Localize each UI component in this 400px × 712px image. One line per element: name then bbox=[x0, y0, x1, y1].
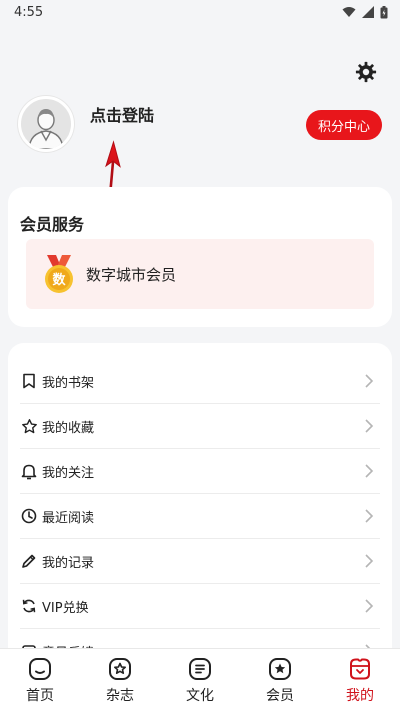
tab-label: 会员 bbox=[266, 688, 294, 704]
tab-mine[interactable]: 我的 bbox=[320, 649, 400, 712]
menu-item-label: 我的收藏 bbox=[42, 420, 95, 436]
login-prompt[interactable]: 点击登陆 bbox=[90, 102, 154, 126]
magazine-star-icon bbox=[109, 658, 131, 680]
menu-item-label: 我的记录 bbox=[42, 555, 95, 571]
menu-list-card: 我的书架 我的收藏 我的关注 最近阅读 我的记录 VIP兑换 bbox=[8, 343, 392, 663]
profile-icon bbox=[350, 658, 370, 680]
menu-item-label: 最近阅读 bbox=[42, 510, 95, 526]
bookmark-icon bbox=[20, 372, 38, 390]
clock-icon bbox=[20, 507, 38, 525]
chevron-right-icon bbox=[365, 419, 374, 433]
chevron-right-icon bbox=[365, 554, 374, 568]
battery-icon bbox=[380, 5, 388, 18]
menu-item-vip-redeem[interactable]: VIP兑换 bbox=[20, 584, 380, 629]
profile-header: 点击登陆 积分中心 bbox=[18, 96, 382, 156]
chevron-right-icon bbox=[365, 509, 374, 523]
status-time: 4:55 bbox=[14, 4, 44, 20]
home-face-icon bbox=[29, 658, 51, 680]
chevron-right-icon bbox=[365, 374, 374, 388]
medal-char: 数 bbox=[52, 272, 66, 288]
tab-magazine[interactable]: 杂志 bbox=[80, 649, 160, 712]
member-star-icon bbox=[269, 658, 291, 680]
menu-item-label: 我的关注 bbox=[42, 465, 95, 481]
digital-city-member-item[interactable]: 数 数字城市会员 bbox=[26, 239, 374, 309]
pencil-icon bbox=[20, 552, 38, 570]
user-avatar-icon bbox=[28, 109, 64, 149]
points-center-button[interactable]: 积分中心 bbox=[306, 110, 382, 140]
bell-icon bbox=[20, 462, 38, 480]
member-service-title: 会员服务 bbox=[20, 215, 85, 234]
digital-city-member-label: 数字城市会员 bbox=[86, 265, 177, 284]
tab-label: 文化 bbox=[186, 688, 214, 704]
member-service-card: 会员服务 数 数字城市会员 bbox=[8, 187, 392, 327]
tab-label: 我的 bbox=[346, 688, 374, 704]
chevron-right-icon bbox=[365, 464, 374, 478]
status-bar: 4:55 bbox=[0, 0, 400, 24]
menu-item-bookshelf[interactable]: 我的书架 bbox=[20, 359, 380, 404]
menu-item-favorites[interactable]: 我的收藏 bbox=[20, 404, 380, 449]
gear-icon bbox=[355, 61, 377, 83]
bottom-tab-bar: 首页 杂志 文化 会员 我的 bbox=[0, 648, 400, 712]
menu-item-label: 我的书架 bbox=[42, 375, 95, 391]
menu-item-records[interactable]: 我的记录 bbox=[20, 539, 380, 584]
settings-button[interactable] bbox=[352, 58, 380, 86]
chevron-right-icon bbox=[365, 599, 374, 613]
tab-label: 首页 bbox=[26, 688, 54, 704]
culture-icon bbox=[189, 658, 211, 680]
menu-item-following[interactable]: 我的关注 bbox=[20, 449, 380, 494]
menu-item-label: VIP兑换 bbox=[42, 600, 89, 616]
signal-icon bbox=[362, 6, 374, 18]
medal-icon: 数 bbox=[42, 254, 76, 294]
refresh-icon bbox=[20, 597, 38, 615]
status-icons bbox=[342, 5, 388, 19]
avatar[interactable] bbox=[18, 96, 74, 152]
tab-culture[interactable]: 文化 bbox=[160, 649, 240, 712]
menu-item-recent-reading[interactable]: 最近阅读 bbox=[20, 494, 380, 539]
tab-home[interactable]: 首页 bbox=[0, 649, 80, 712]
wifi-icon bbox=[342, 7, 356, 17]
tab-label: 杂志 bbox=[106, 688, 134, 704]
star-icon bbox=[20, 417, 38, 435]
tab-member[interactable]: 会员 bbox=[240, 649, 320, 712]
